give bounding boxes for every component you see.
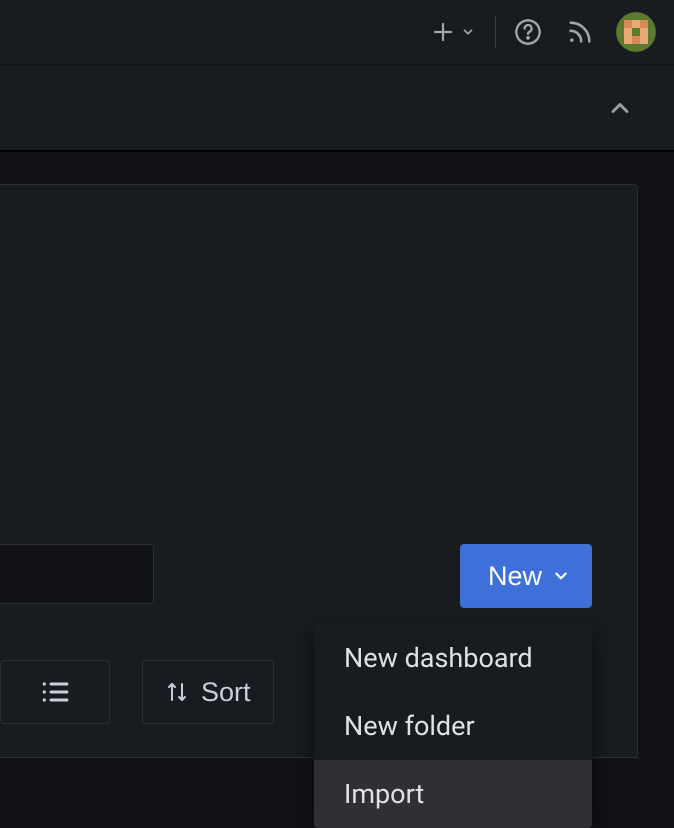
list-icon: [39, 676, 71, 708]
sort-button[interactable]: Sort: [142, 660, 274, 724]
user-avatar[interactable]: [616, 12, 656, 52]
dropdown-item-new-folder[interactable]: New folder: [314, 692, 592, 760]
chevron-down-icon: [461, 25, 475, 39]
rss-icon: [566, 18, 594, 46]
add-button[interactable]: [419, 0, 489, 64]
dropdown-item-label: New dashboard: [344, 642, 533, 674]
plus-icon: [431, 20, 455, 44]
chevron-up-icon: [606, 94, 634, 122]
top-toolbar: [0, 0, 674, 64]
new-button-label: New: [488, 561, 542, 592]
dropdown-item-new-dashboard[interactable]: New dashboard: [314, 624, 592, 692]
collapse-button[interactable]: [602, 90, 638, 126]
panel-header: [0, 64, 674, 152]
new-dropdown-menu: New dashboard New folder Import: [314, 624, 592, 828]
chevron-down-icon: [552, 567, 570, 585]
list-view-button[interactable]: [0, 660, 110, 724]
dropdown-item-label: Import: [344, 778, 424, 810]
new-button[interactable]: New: [460, 544, 592, 608]
dropdown-item-label: New folder: [344, 710, 475, 742]
help-button[interactable]: [502, 0, 554, 64]
sort-icon: [165, 680, 189, 704]
content-area: New Sort New dashboard New folder Import: [0, 154, 674, 718]
toolbar-divider: [495, 16, 496, 48]
sort-button-label: Sort: [201, 677, 251, 708]
dropdown-item-import[interactable]: Import: [314, 760, 592, 828]
help-icon: [514, 18, 542, 46]
avatar-icon: [616, 12, 656, 52]
news-button[interactable]: [554, 0, 606, 64]
search-input[interactable]: [0, 544, 154, 604]
